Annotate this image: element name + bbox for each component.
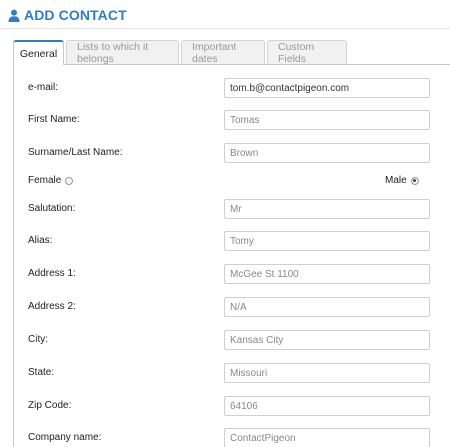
gender-group: Female Male (28, 175, 419, 189)
surname-label: Surname/Last Name: (28, 147, 123, 158)
header-divider (0, 28, 450, 29)
tab-important-dates[interactable]: Important dates (181, 40, 265, 65)
city-label: City: (28, 334, 48, 345)
salutation-row: Salutation: (28, 199, 438, 219)
address1-field[interactable] (224, 264, 430, 284)
address2-field[interactable] (224, 297, 430, 317)
tab-bar: General Lists to which it belongs Import… (13, 40, 349, 65)
company-field[interactable] (224, 428, 430, 447)
alias-field[interactable] (224, 231, 430, 251)
address1-row: Address 1: (28, 264, 438, 284)
address1-label: Address 1: (28, 268, 76, 279)
male-radio[interactable] (410, 176, 419, 185)
state-field[interactable] (224, 363, 430, 383)
tab-general[interactable]: General (13, 40, 64, 65)
alias-label: Alias: (28, 235, 53, 246)
page-title: ADD CONTACT (24, 7, 127, 23)
alias-row: Alias: (28, 231, 438, 251)
female-label: Female (28, 175, 62, 186)
email-row: e-mail: (28, 78, 438, 98)
city-field[interactable] (224, 330, 430, 350)
first-name-field[interactable] (224, 110, 430, 130)
surname-field[interactable] (224, 143, 430, 163)
company-row: Company name: (28, 428, 438, 447)
state-row: State: (28, 363, 438, 383)
salutation-label: Salutation: (28, 203, 76, 214)
email-label: e-mail: (28, 82, 59, 93)
zip-row: Zip Code: (28, 396, 438, 416)
user-icon (8, 9, 20, 22)
female-radio[interactable] (65, 176, 74, 185)
address2-label: Address 2: (28, 301, 76, 312)
male-option[interactable]: Male (385, 175, 419, 186)
city-row: City: (28, 330, 438, 350)
tab-custom-fields[interactable]: Custom Fields (267, 40, 347, 65)
state-label: State: (28, 367, 55, 378)
zip-label: Zip Code: (28, 400, 72, 411)
add-contact-page: ADD CONTACT General Lists to which it be… (0, 0, 450, 447)
surname-row: Surname/Last Name: (28, 143, 438, 163)
salutation-field[interactable] (224, 199, 430, 219)
company-label: Company name: (28, 432, 102, 443)
first-name-row: First Name: (28, 110, 438, 130)
tab-lists[interactable]: Lists to which it belongs (66, 40, 179, 65)
first-name-label: First Name: (28, 114, 80, 125)
male-label: Male (385, 175, 407, 186)
address2-row: Address 2: (28, 297, 438, 317)
zip-field[interactable] (224, 396, 430, 416)
female-option[interactable]: Female (28, 175, 74, 186)
page-header: ADD CONTACT (8, 6, 127, 24)
email-field[interactable] (224, 78, 430, 98)
